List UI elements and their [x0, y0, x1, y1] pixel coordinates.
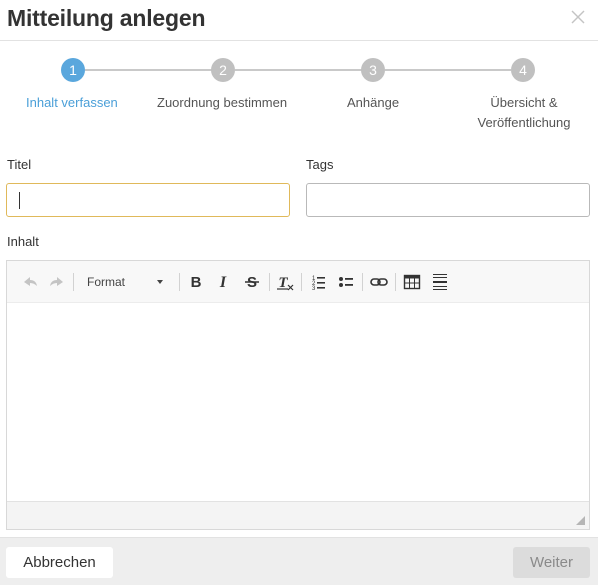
- step-4-circle[interactable]: 4: [511, 58, 535, 82]
- text-caret: [19, 192, 20, 209]
- resize-handle-icon[interactable]: [576, 516, 585, 525]
- toolbar-separator: [269, 273, 270, 291]
- step-1-circle[interactable]: 1: [61, 58, 85, 82]
- link-icon[interactable]: [368, 272, 390, 292]
- content-label: Inhalt: [7, 234, 39, 249]
- svg-text:B: B: [191, 274, 202, 291]
- table-icon[interactable]: [401, 272, 423, 292]
- step-1-label[interactable]: Inhalt verfassen: [26, 93, 118, 113]
- step-connector: [85, 69, 213, 71]
- cancel-button[interactable]: Abbrechen: [6, 547, 113, 578]
- step-connector: [385, 69, 511, 71]
- step-4-label-line1: Übersicht &: [490, 95, 558, 110]
- wizard-stepper: 1 2 3 4 Inhalt verfassen Zuordnung besti…: [0, 56, 598, 136]
- editor-toolbar: Format B I S T 1 2 3: [7, 261, 589, 303]
- dialog-header: Mitteilung anlegen: [0, 0, 598, 41]
- step-connector: [235, 69, 363, 71]
- dialog-footer: Abbrechen Weiter: [0, 537, 598, 585]
- create-message-dialog: Mitteilung anlegen 1 2 3 4 Inhalt verfas…: [0, 0, 598, 585]
- toolbar-separator: [395, 273, 396, 291]
- toolbar-separator: [179, 273, 180, 291]
- toolbar-separator: [362, 273, 363, 291]
- tags-label: Tags: [306, 157, 334, 172]
- step-2-circle[interactable]: 2: [211, 58, 235, 82]
- numbered-list-icon[interactable]: 1 2 3: [307, 272, 329, 292]
- toolbar-separator: [301, 273, 302, 291]
- next-button[interactable]: Weiter: [513, 547, 590, 578]
- dialog-title: Mitteilung anlegen: [7, 5, 206, 31]
- svg-text:I: I: [219, 274, 227, 291]
- rich-text-editor: Format B I S T 1 2 3: [6, 260, 590, 530]
- step-3-circle[interactable]: 3: [361, 58, 385, 82]
- editor-content-area[interactable]: [7, 303, 589, 501]
- toolbar-separator: [73, 273, 74, 291]
- step-3-label[interactable]: Anhänge: [347, 93, 399, 113]
- step-2-label[interactable]: Zuordnung bestimmen: [157, 93, 287, 113]
- chevron-down-icon: [157, 280, 163, 284]
- format-dropdown-label: Format: [87, 275, 126, 289]
- close-icon[interactable]: [568, 7, 588, 27]
- svg-text:3: 3: [312, 286, 316, 292]
- step-4-label-line2: Veröffentlichung: [477, 115, 571, 130]
- tags-input[interactable]: [306, 183, 590, 217]
- bold-icon[interactable]: B: [186, 272, 206, 292]
- strikethrough-icon[interactable]: S: [241, 272, 263, 292]
- bulleted-list-icon[interactable]: [335, 272, 357, 292]
- title-label: Titel: [7, 157, 32, 172]
- redo-icon[interactable]: [47, 272, 67, 292]
- italic-icon[interactable]: I: [213, 272, 233, 292]
- undo-icon[interactable]: [20, 272, 40, 292]
- step-4-label[interactable]: Übersicht & Veröffentlichung: [475, 93, 573, 133]
- horizontal-rule-icon[interactable]: [429, 272, 451, 292]
- editor-statusbar: [7, 501, 589, 529]
- title-input[interactable]: [6, 183, 290, 217]
- remove-format-icon[interactable]: T: [274, 272, 296, 292]
- format-dropdown[interactable]: Format: [77, 272, 167, 292]
